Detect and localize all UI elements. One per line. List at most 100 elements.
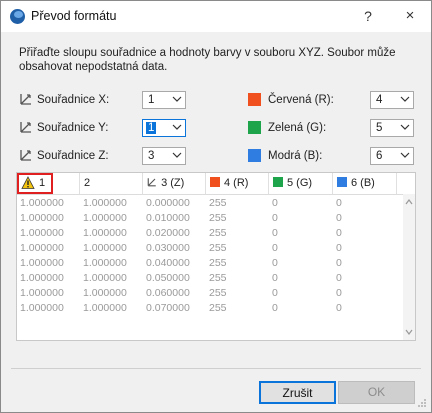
- close-button[interactable]: ×: [395, 5, 425, 27]
- table-cell: 1.000000: [83, 242, 127, 254]
- instruction-text: Přiřaďte sloupu souřadnice a hodnoty bar…: [19, 47, 396, 73]
- app-logo-icon: [10, 9, 25, 24]
- color-red-value: 4: [376, 94, 383, 106]
- column-header-5[interactable]: 5 (G): [269, 173, 333, 194]
- cancel-button[interactable]: Zrušit: [259, 381, 336, 404]
- table-cell: 0: [272, 272, 278, 284]
- color-blue-label: Modrá (B):: [268, 150, 323, 162]
- table-row: 1.000000 1.000000 0.070000 255 0 0: [17, 301, 403, 316]
- table-cell: 1.000000: [20, 197, 64, 209]
- table-cell: 255: [209, 257, 227, 269]
- table-row: 1.000000 1.000000 0.060000 255 0 0: [17, 286, 403, 301]
- axis-z-icon: [147, 178, 156, 187]
- red-swatch-icon: [248, 93, 261, 106]
- table-cell: 255: [209, 302, 227, 314]
- table-cell: 0: [336, 257, 342, 269]
- convert-format-dialog: Převod formátu ? × Přiřaďte sloupu souřa…: [0, 0, 432, 413]
- ok-button[interactable]: OK: [338, 381, 415, 404]
- table-cell: 0.040000: [146, 257, 190, 269]
- table-cell: 1.000000: [83, 302, 127, 314]
- color-blue-value: 6: [376, 150, 383, 162]
- blue-swatch-icon: [337, 177, 347, 187]
- scroll-down-icon[interactable]: [405, 328, 413, 336]
- vertical-scrollbar[interactable]: [403, 194, 415, 340]
- table-cell: 0: [272, 257, 278, 269]
- table-cell: 0: [336, 197, 342, 209]
- table-cell: 0.000000: [146, 197, 190, 209]
- table-cell: 1.000000: [83, 212, 127, 224]
- table-cell: 0.010000: [146, 212, 190, 224]
- column-header-2[interactable]: 2: [80, 173, 143, 194]
- table-cell: 1.000000: [20, 242, 64, 254]
- table-cell: 1.000000: [20, 272, 64, 284]
- table-cell: 0: [272, 242, 278, 254]
- scroll-up-icon[interactable]: [405, 198, 413, 206]
- coord-y-value: 1: [146, 122, 157, 134]
- table-cell: 0.050000: [146, 272, 190, 284]
- table-cell: 1.000000: [20, 227, 64, 239]
- column-header-label: 3 (Z): [161, 177, 185, 189]
- table-cell: 0: [272, 287, 278, 299]
- table-cell: 1.000000: [20, 212, 64, 224]
- coord-z-select[interactable]: 3: [142, 147, 186, 165]
- table-cell: 0: [272, 197, 278, 209]
- color-blue-select[interactable]: 6: [370, 147, 414, 165]
- table-cell: 0: [336, 227, 342, 239]
- table-row: 1.000000 1.000000 0.010000 255 0 0: [17, 211, 403, 226]
- coord-y-label: Souřadnice Y:: [37, 122, 109, 134]
- table-cell: 0.060000: [146, 287, 190, 299]
- table-cell: 255: [209, 287, 227, 299]
- table-cell: 1.000000: [20, 287, 64, 299]
- table-row: 1.000000 1.000000 0.030000 255 0 0: [17, 241, 403, 256]
- axis-y-icon: [20, 122, 31, 133]
- coord-x-select[interactable]: 1: [142, 91, 186, 109]
- column-header-label: 5 (G): [287, 177, 313, 189]
- color-red-select[interactable]: 4: [370, 91, 414, 109]
- coord-x-label: Souřadnice X:: [37, 94, 110, 106]
- green-swatch-icon: [273, 177, 283, 187]
- title-bar: Převod formátu ? ×: [1, 1, 431, 32]
- column-header-3[interactable]: 3 (Z): [143, 173, 206, 194]
- color-green-label: Zelená (G):: [268, 122, 327, 134]
- table-cell: 0: [272, 302, 278, 314]
- table-cell: 255: [209, 242, 227, 254]
- table-row: 1.000000 1.000000 0.000000 255 0 0: [17, 196, 403, 211]
- green-swatch-icon: [248, 121, 261, 134]
- table-cell: 1.000000: [83, 227, 127, 239]
- table-cell: 0: [272, 227, 278, 239]
- table-cell: 0.070000: [146, 302, 190, 314]
- table-cell: 1.000000: [20, 257, 64, 269]
- table-cell: 255: [209, 197, 227, 209]
- column-header-label: 6 (B): [351, 177, 375, 189]
- table-cell: 1.000000: [83, 197, 127, 209]
- data-preview-table: 1 2 3 (Z) 4 (R) 5 (G) 6 (B) 1.000000 1.0…: [16, 172, 416, 341]
- resize-grip-icon[interactable]: [417, 398, 427, 408]
- coord-y-select[interactable]: 1: [142, 119, 186, 137]
- column-header-label: 4 (R): [224, 177, 249, 189]
- table-cell: 255: [209, 272, 227, 284]
- chevron-down-icon: [400, 152, 410, 158]
- table-row: 1.000000 1.000000 0.050000 255 0 0: [17, 271, 403, 286]
- table-cell: 1.000000: [83, 257, 127, 269]
- table-cell: 0.020000: [146, 227, 190, 239]
- column-header-6[interactable]: 6 (B): [333, 173, 397, 194]
- chevron-down-icon: [400, 124, 410, 130]
- red-swatch-icon: [210, 177, 220, 187]
- help-button[interactable]: ?: [353, 5, 383, 27]
- table-cell: 0: [336, 242, 342, 254]
- divider: [11, 368, 421, 369]
- color-green-select[interactable]: 5: [370, 119, 414, 137]
- column-header-4[interactable]: 4 (R): [206, 173, 269, 194]
- table-cell: 1.000000: [83, 287, 127, 299]
- column-header-label: 2: [84, 177, 91, 189]
- table-cell: 0: [336, 287, 342, 299]
- table-cell: 1.000000: [83, 272, 127, 284]
- table-row: 1.000000 1.000000 0.040000 255 0 0: [17, 256, 403, 271]
- color-red-label: Červená (R):: [268, 94, 334, 106]
- axis-z-icon: [20, 150, 31, 161]
- table-cell: 0.030000: [146, 242, 190, 254]
- color-green-value: 5: [376, 122, 383, 134]
- table-cell: 255: [209, 212, 227, 224]
- table-cell: 255: [209, 227, 227, 239]
- coord-z-label: Souřadnice Z:: [37, 150, 109, 162]
